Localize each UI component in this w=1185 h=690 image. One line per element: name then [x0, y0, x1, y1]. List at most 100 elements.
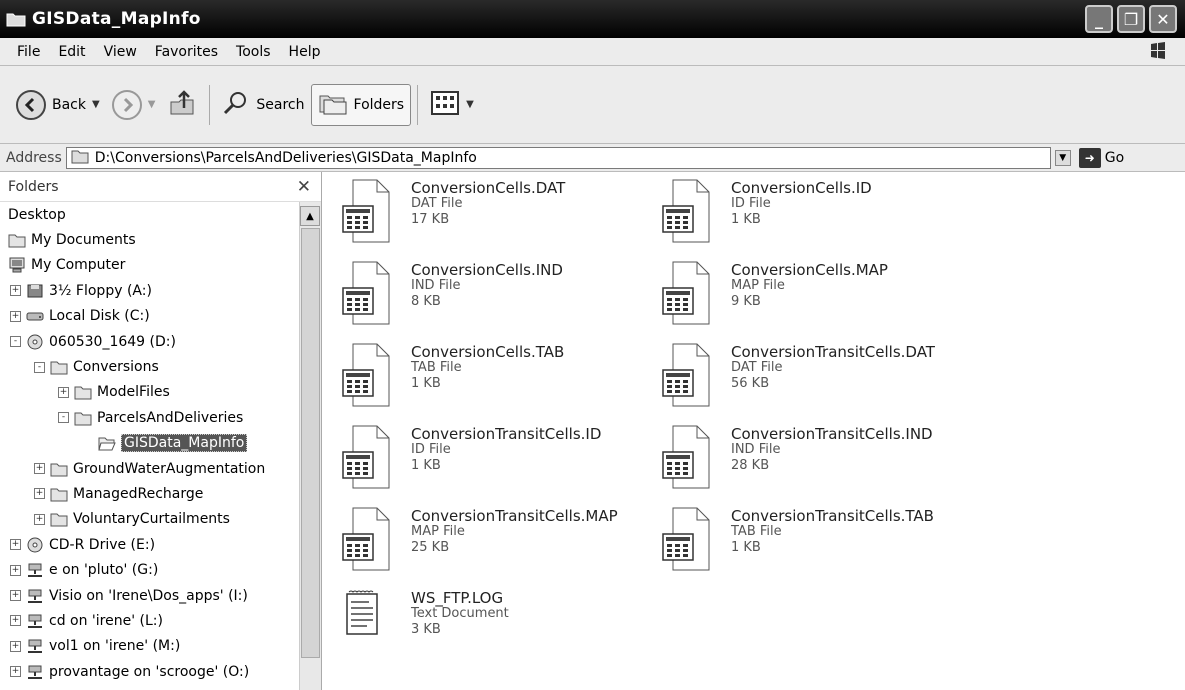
tree-item[interactable]: + ModelFiles: [0, 380, 300, 405]
folder-icon: [50, 461, 68, 477]
tree-item[interactable]: + Local Disk (C:): [0, 304, 300, 329]
search-button[interactable]: Search: [216, 84, 310, 126]
folders-icon: [318, 90, 348, 120]
tree-item-label: Local Disk (C:): [49, 308, 150, 325]
file-item[interactable]: ConversionTransitCells.ID ID File 1 KB: [323, 418, 623, 498]
expand-icon[interactable]: +: [58, 386, 69, 398]
menu-edit[interactable]: Edit: [49, 42, 94, 62]
folder-tree-scrollbar[interactable]: ▲: [299, 202, 321, 690]
tree-item-label: ParcelsAndDeliveries: [97, 409, 244, 426]
tree-item-label: Visio on 'Irene\Dos_apps' (I:): [49, 587, 248, 604]
expand-icon[interactable]: +: [10, 539, 21, 551]
file-type: ID File: [411, 442, 451, 457]
expand-icon[interactable]: +: [10, 285, 21, 297]
window-title: GISData_MapInfo: [32, 9, 201, 29]
tree-item-label: CD-R Drive (E:): [49, 536, 156, 553]
scroll-thumb[interactable]: [301, 228, 320, 658]
expand-icon[interactable]: +: [34, 463, 45, 475]
file-size: 3 KB: [411, 622, 441, 637]
tree-item[interactable]: Desktop: [0, 202, 300, 227]
tree-item[interactable]: My Computer: [0, 253, 300, 278]
file-item[interactable]: ConversionTransitCells.DAT DAT File 56 KB: [643, 336, 943, 416]
address-field[interactable]: D:\Conversions\ParcelsAndDeliveries\GISD…: [65, 146, 1051, 169]
file-name: ConversionTransitCells.TAB: [731, 507, 934, 525]
folder-icon: [74, 410, 92, 426]
floppy-drive-icon: [26, 283, 44, 299]
expand-icon[interactable]: +: [10, 640, 21, 652]
go-button[interactable]: ➜ Go: [1078, 147, 1124, 168]
expand-icon[interactable]: +: [34, 488, 45, 500]
close-pane-icon[interactable]: ✕: [297, 177, 311, 197]
back-button[interactable]: Back ▼: [10, 84, 106, 126]
expand-icon[interactable]: +: [34, 513, 45, 525]
folder-icon: [50, 486, 68, 502]
menu-favorites[interactable]: Favorites: [146, 42, 227, 62]
forward-button[interactable]: ▼: [106, 84, 162, 126]
expand-icon[interactable]: +: [10, 310, 21, 322]
menu-tools[interactable]: Tools: [227, 42, 280, 62]
views-dropdown-icon[interactable]: ▼: [466, 99, 474, 110]
up-folder-button[interactable]: [161, 84, 203, 126]
tree-item[interactable]: + ManagedRecharge: [0, 481, 300, 506]
tree-item-label: 060530_1649 (D:): [49, 333, 176, 350]
file-size: 1 KB: [411, 458, 441, 473]
expand-icon[interactable]: +: [10, 615, 21, 627]
views-button[interactable]: ▼: [424, 84, 480, 126]
tree-item[interactable]: + CD-R Drive (E:): [0, 532, 300, 557]
cd-drive-icon: [26, 537, 44, 553]
views-icon: [430, 90, 460, 120]
close-icon: ✕: [1156, 9, 1170, 29]
menu-view[interactable]: View: [95, 42, 146, 62]
expand-icon[interactable]: +: [10, 564, 21, 576]
collapse-icon[interactable]: -: [10, 336, 21, 348]
collapse-icon[interactable]: -: [34, 361, 45, 373]
address-dropdown-icon[interactable]: ▼: [1054, 149, 1071, 166]
search-icon: [222, 89, 250, 121]
tree-item-label: Desktop: [8, 206, 66, 223]
file-item[interactable]: ConversionTransitCells.TAB TAB File 1 KB: [643, 500, 943, 580]
file-item[interactable]: ConversionCells.MAP MAP File 9 KB: [643, 254, 943, 334]
grid-file-icon: [661, 424, 711, 490]
tree-item[interactable]: + vol1 on 'irene' (M:): [0, 634, 300, 659]
expand-icon[interactable]: +: [10, 666, 21, 678]
minimize-button[interactable]: _: [1085, 5, 1113, 33]
menu-file[interactable]: File: [8, 42, 49, 62]
file-type: MAP File: [731, 278, 785, 293]
file-item[interactable]: ConversionCells.TAB TAB File 1 KB: [323, 336, 623, 416]
tree-item[interactable]: + e on 'pluto' (G:): [0, 557, 300, 582]
file-item[interactable]: WS_FTP.LOG Text Document 3 KB: [323, 582, 623, 662]
file-item[interactable]: ConversionCells.IND IND File 8 KB: [323, 254, 623, 334]
grid-file-icon: [341, 260, 391, 326]
collapse-icon[interactable]: -: [58, 412, 69, 424]
tree-item[interactable]: + provantage on 'scrooge' (O:): [0, 659, 300, 684]
tree-item[interactable]: +3½ Floppy (A:): [0, 278, 300, 303]
tree-item[interactable]: + VoluntaryCurtailments: [0, 507, 300, 532]
up-folder-icon: [167, 88, 197, 122]
file-item[interactable]: ConversionCells.DAT DAT File 17 KB: [323, 172, 623, 252]
file-item[interactable]: ConversionTransitCells.MAP MAP File 25 KB: [323, 500, 623, 580]
tree-item-label: ManagedRecharge: [73, 485, 204, 502]
file-list: ConversionCells.DAT DAT File 17 KB Conversi…: [323, 172, 1185, 690]
file-item[interactable]: ConversionTransitCells.IND IND File 28 KB: [643, 418, 943, 498]
expand-icon[interactable]: +: [10, 590, 21, 602]
search-label: Search: [256, 96, 305, 113]
tree-item[interactable]: GISData_MapInfo: [0, 431, 300, 456]
back-dropdown-icon[interactable]: ▼: [92, 99, 100, 110]
grid-file-icon: [661, 342, 711, 408]
menu-help[interactable]: Help: [280, 42, 330, 62]
forward-dropdown-icon[interactable]: ▼: [148, 99, 156, 110]
tree-item[interactable]: + cd on 'irene' (L:): [0, 608, 300, 633]
close-button[interactable]: ✕: [1149, 5, 1177, 33]
tree-item[interactable]: My Documents: [0, 227, 300, 252]
tree-item[interactable]: - ParcelsAndDeliveries: [0, 405, 300, 430]
file-size: 1 KB: [731, 540, 761, 555]
tree-item[interactable]: - 060530_1649 (D:): [0, 329, 300, 354]
tree-item[interactable]: - Conversions: [0, 354, 300, 379]
file-item[interactable]: ConversionCells.ID ID File 1 KB: [643, 172, 943, 252]
scroll-up-arrow-icon[interactable]: ▲: [300, 206, 320, 226]
maximize-button[interactable]: ❐: [1117, 5, 1145, 33]
tree-item-label: My Documents: [31, 232, 136, 249]
tree-item[interactable]: + GroundWaterAugmentation: [0, 456, 300, 481]
folders-button[interactable]: Folders: [310, 83, 412, 126]
tree-item[interactable]: + Visio on 'Irene\Dos_apps' (I:): [0, 583, 300, 608]
